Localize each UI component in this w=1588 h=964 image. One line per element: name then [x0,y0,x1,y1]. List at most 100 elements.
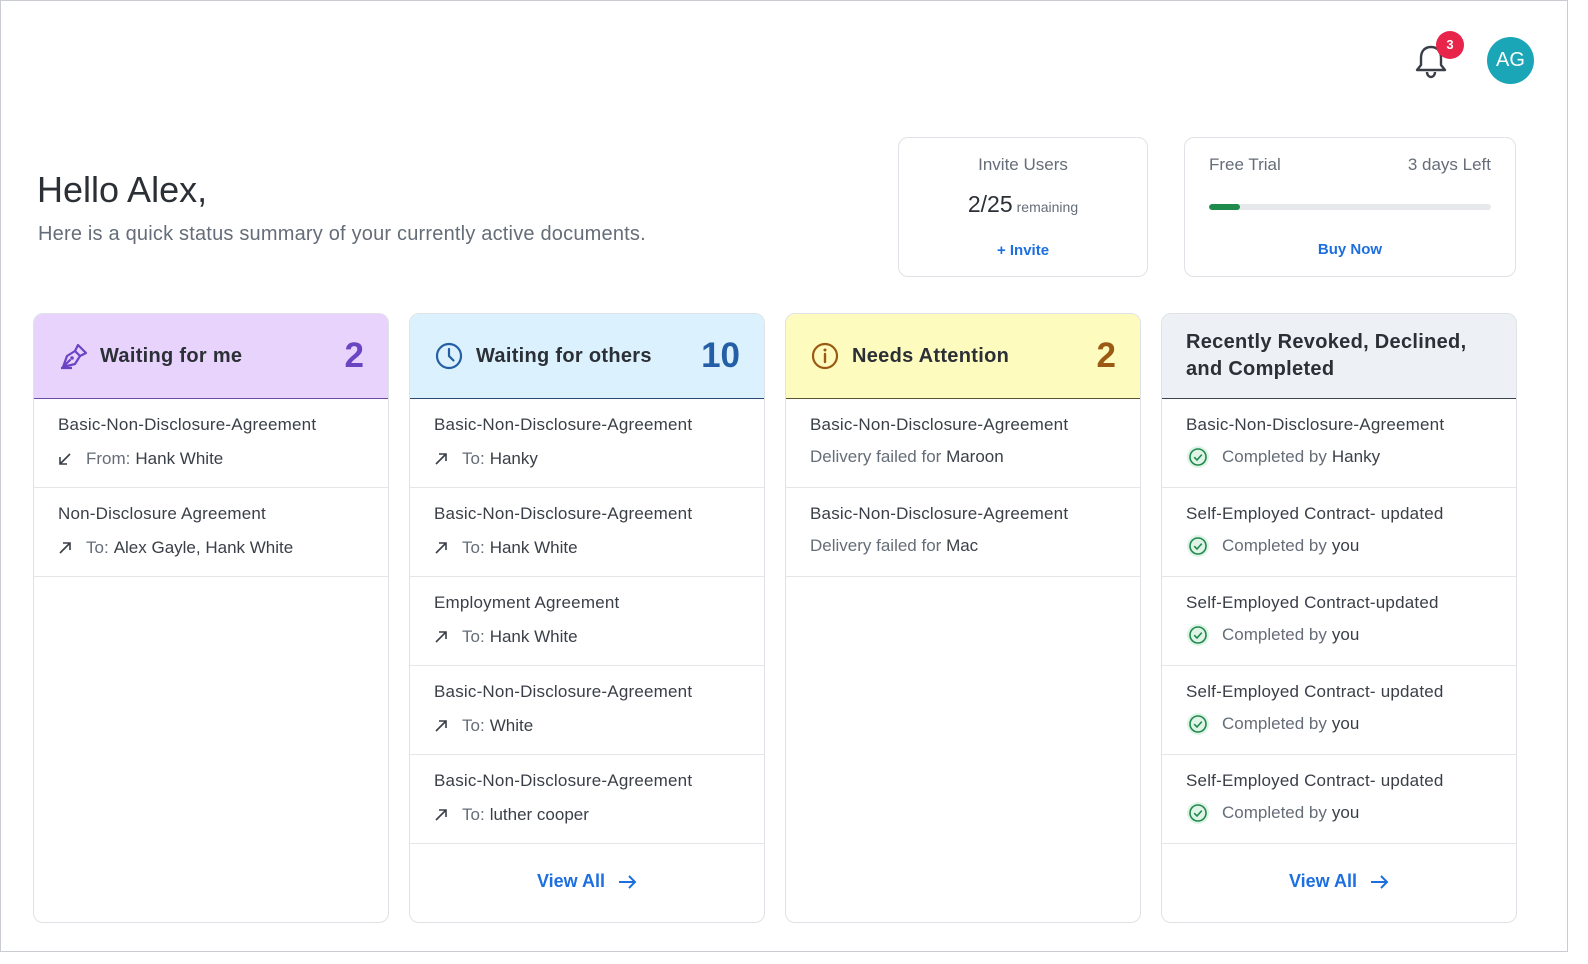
invite-count: 2/25 remaining [899,191,1147,218]
recently-completed-column: Recently Revoked, Declined, and Complete… [1161,313,1517,923]
arrow-down-left-icon [59,453,71,465]
list-item[interactable]: Basic-Non-Disclosure-Agreement Delivery … [786,399,1140,488]
column-count: 10 [701,336,740,375]
completed-by-name: you [1331,714,1360,733]
list-item[interactable]: Basic-Non-Disclosure-Agreement From: Hank… [34,399,388,488]
needs-attention-column: Needs Attention 2 Basic-Non-Disclosure-A… [785,313,1141,923]
column-title: Needs Attention [852,344,1010,367]
column-header[interactable]: Needs Attention 2 [786,314,1140,399]
failure-prefix: Delivery failed for [810,447,942,466]
status-prefix: Completed by [1222,625,1327,644]
document-title: Self-Employed Contract- updated [1186,504,1444,523]
document-title: Basic-Non-Disclosure-Agreement [810,504,1069,523]
view-all-button[interactable]: View All [1162,871,1516,892]
column-header[interactable]: Waiting for me 2 [34,314,388,399]
trial-progress-bar [1209,204,1491,210]
document-title: Non-Disclosure Agreement [58,504,266,523]
invite-button[interactable]: + Invite [997,242,1049,259]
invite-users-title: Invite Users [978,155,1068,174]
column-title-line1: Recently Revoked, Declined, [1186,331,1467,353]
recipient-name: Hank White [489,627,578,646]
check-circle-icon [1187,535,1209,557]
recipient-prefix: To: [462,716,485,735]
recipient-name: Mac [946,536,979,555]
document-title: Basic-Non-Disclosure-Agreement [434,771,693,790]
arrow-right-icon [1371,874,1389,889]
status-prefix: Completed by [1222,714,1327,733]
completed-by-name: you [1331,625,1360,644]
waiting-for-me-column: Waiting for me 2 Basic-Non-Disclosure-Ag… [33,313,389,923]
check-circle-icon [1187,624,1209,646]
trial-days-left: 3 days Left [1407,155,1491,174]
status-prefix: Completed by [1222,536,1327,555]
check-circle-icon [1187,446,1209,468]
column-count: 2 [1096,336,1116,375]
avatar[interactable]: AG [1487,37,1534,84]
notification-badge: 3 [1436,31,1464,59]
invite-count-value: 2/25 [967,191,1013,217]
arrow-up-right-icon [435,542,447,554]
recipient-prefix: To: [462,627,485,646]
list-item[interactable]: Self-Employed Contract- updated Complete… [1162,755,1516,844]
status-prefix: Completed by [1222,447,1327,466]
free-trial-card: Free Trial 3 days Left Buy Now [1184,137,1516,277]
column-title-line2: and Completed [1186,358,1335,380]
document-title: Basic-Non-Disclosure-Agreement [434,504,693,523]
recipient-name: Maroon [946,447,1004,466]
column-count: 2 [344,336,364,375]
buy-now-button[interactable]: Buy Now [1318,241,1382,258]
recipient-name: Hank White [135,449,224,468]
recipient-name: Hanky [489,449,538,468]
list-item[interactable]: Self-Employed Contract-updated Completed… [1162,577,1516,666]
invite-remaining-label: remaining [1016,199,1079,215]
completed-by-name: Hanky [1331,447,1381,466]
arrow-up-right-icon [435,631,447,643]
document-title: Basic-Non-Disclosure-Agreement [58,415,317,434]
column-title: Waiting for me [100,344,243,367]
document-title: Basic-Non-Disclosure-Agreement [1186,415,1445,434]
invite-users-card: Invite Users 2/25 remaining + Invite [898,137,1148,277]
column-header[interactable]: Waiting for others 10 [410,314,764,399]
list-item[interactable]: Self-Employed Contract- updated Complete… [1162,488,1516,577]
list-item[interactable]: Employment Agreement To: Hank White [410,577,764,666]
list-item[interactable]: Self-Employed Contract- updated Complete… [1162,666,1516,755]
list-item[interactable]: Basic-Non-Disclosure-Agreement Completed… [1162,399,1516,488]
document-title: Employment Agreement [434,593,620,612]
document-title: Self-Employed Contract- updated [1186,771,1444,790]
status-prefix: Completed by [1222,803,1327,822]
recipient-prefix: To: [86,538,109,557]
free-trial-title: Free Trial [1209,155,1281,174]
column-header[interactable]: Recently Revoked, Declined, and Complete… [1162,314,1516,399]
list-item[interactable]: Basic-Non-Disclosure-Agreement To: Hank W… [410,488,764,577]
document-title: Basic-Non-Disclosure-Agreement [810,415,1069,434]
document-title: Basic-Non-Disclosure-Agreement [434,415,693,434]
recipient-name: luther cooper [489,805,589,824]
page-subtitle: Here is a quick status summary of your c… [38,223,646,245]
document-title: Self-Employed Contract- updated [1186,682,1444,701]
info-icon [811,342,839,370]
recipient-name: Hank White [489,538,578,557]
dashboard-frame: 3 AG Hello Alex, Here is a quick status … [0,0,1568,952]
list-item[interactable]: Basic-Non-Disclosure-Agreement To: White [410,666,764,755]
document-title: Basic-Non-Disclosure-Agreement [434,682,693,701]
recipient-name: White [489,716,534,735]
clock-icon [435,342,463,370]
column-title: Waiting for others [476,344,652,367]
arrow-right-icon [619,874,637,889]
document-title: Self-Employed Contract-updated [1186,593,1439,612]
list-item[interactable]: Basic-Non-Disclosure-Agreement To: luther… [410,755,764,844]
recipient-prefix: From: [86,449,131,468]
waiting-for-others-column: Waiting for others 10 Basic-Non-Disclosu… [409,313,765,923]
arrow-up-right-icon [59,542,71,554]
column-title: Recently Revoked, Declined, and Complete… [1186,329,1492,383]
trial-progress-fill [1209,204,1241,210]
list-item[interactable]: Basic-Non-Disclosure-Agreement To: Hanky [410,399,764,488]
list-item[interactable]: Non-Disclosure Agreement To: Alex Gayle, … [34,488,388,577]
arrow-up-right-icon [435,809,447,821]
arrow-up-right-icon [435,453,447,465]
view-all-label: View All [1288,871,1358,891]
arrow-up-right-icon [435,720,447,732]
list-item[interactable]: Basic-Non-Disclosure-Agreement Delivery … [786,488,1140,577]
completed-by-name: you [1331,803,1360,822]
view-all-button[interactable]: View All [410,871,764,892]
